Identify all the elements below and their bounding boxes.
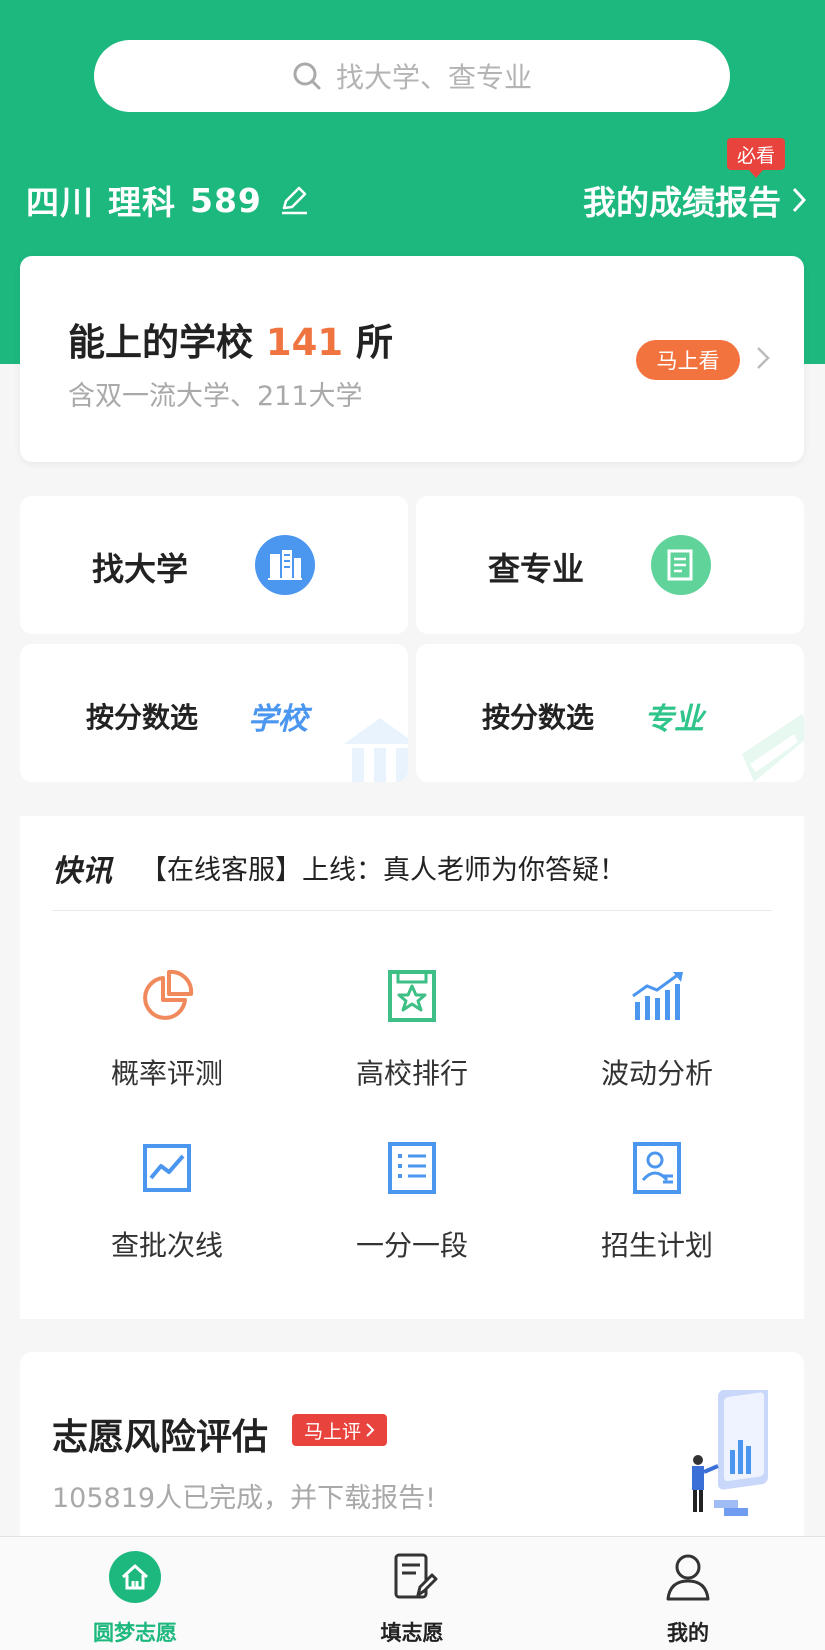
bottom-tab-bar: 圆梦志愿 填志愿 我的 (0, 1536, 825, 1650)
tool-fluctuation[interactable]: 波动分析 (537, 968, 777, 1108)
score-select-major-label: 按分数选 (482, 701, 595, 734)
eligible-schools-title: 能上的学校 141 所 (68, 312, 393, 366)
search-icon (293, 62, 321, 90)
book-icon (742, 714, 804, 782)
analytics-illustration-icon (692, 1390, 768, 1516)
tool-probability[interactable]: 概率评测 (47, 968, 287, 1108)
tool-label: 一分一段 (355, 1229, 468, 1262)
school-count: 141 (265, 321, 344, 364)
find-major-tile[interactable]: 查专业 (416, 496, 804, 634)
tab-label: 圆梦志愿 (93, 1621, 177, 1645)
list-document-icon (388, 1142, 436, 1194)
ranking-star-icon (388, 970, 436, 1022)
school-tag: 学校 (248, 702, 308, 737)
tool-batch-line[interactable]: 查批次线 (47, 1140, 287, 1280)
tab-fill-application[interactable]: 填志愿 (332, 1547, 492, 1647)
evaluate-now-badge[interactable]: 马上评 (292, 1414, 388, 1446)
person-card-icon (633, 1142, 681, 1194)
tab-label: 填志愿 (380, 1621, 444, 1645)
title-prefix: 能上的学校 (68, 321, 253, 364)
school-building-icon (344, 718, 408, 782)
tool-label: 招生计划 (600, 1229, 713, 1262)
find-university-label: 找大学 (92, 550, 189, 588)
risk-assessment-title: 志愿风险评估 (52, 1417, 269, 1458)
score-report-label: 我的成绩报告 (583, 183, 781, 222)
chevron-right-icon (366, 1423, 375, 1437)
chevron-right-icon (792, 187, 807, 213)
tool-ranking[interactable]: 高校排行 (292, 968, 532, 1108)
tool-enrollment-plan[interactable]: 招生计划 (537, 1140, 777, 1280)
find-major-label: 查专业 (488, 550, 585, 588)
edit-document-icon (394, 1553, 438, 1599)
eligible-schools-card[interactable]: 能上的学校 141 所 含双一流大学、211大学 马上看 (20, 256, 804, 462)
subject-label: 理科 (108, 183, 176, 222)
score-select-major-tile[interactable]: 按分数选 专业 (416, 644, 804, 782)
score-select-school-label: 按分数选 (86, 701, 199, 734)
major-tag: 专业 (644, 702, 704, 737)
tab-home[interactable]: 圆梦志愿 (55, 1547, 215, 1647)
title-suffix: 所 (356, 321, 394, 364)
tool-label: 概率评测 (110, 1057, 223, 1090)
tool-label: 高校排行 (355, 1057, 468, 1090)
user-icon (666, 1554, 710, 1601)
chevron-right-icon (757, 347, 770, 369)
edit-icon[interactable] (278, 184, 310, 216)
tab-label: 我的 (667, 1621, 709, 1645)
search-placeholder: 找大学、查专业 (335, 61, 532, 94)
tool-label: 波动分析 (600, 1057, 713, 1090)
search-bar[interactable]: 找大学、查专业 (94, 40, 730, 112)
evaluate-now-label: 马上评 (304, 1420, 362, 1443)
news-logo: 快讯 (52, 854, 112, 889)
eligible-schools-subtitle: 含双一流大学、211大学 (68, 381, 363, 412)
tab-profile[interactable]: 我的 (608, 1547, 768, 1647)
must-see-badge: 必看 (727, 138, 785, 178)
home-icon (109, 1551, 161, 1603)
tool-score-segment[interactable]: 一分一段 (292, 1140, 532, 1280)
find-university-tile[interactable]: 找大学 (20, 496, 408, 634)
divider (52, 910, 772, 911)
risk-assessment-subtitle: 105819人已完成，并下载报告! (52, 1483, 436, 1514)
line-chart-icon (143, 1144, 191, 1192)
pie-chart-icon (143, 969, 194, 1020)
score-select-school-tile[interactable]: 按分数选 学校 (20, 644, 408, 782)
tool-label: 查批次线 (110, 1229, 223, 1262)
score-report-link[interactable]: 我的成绩报告 (583, 176, 807, 224)
view-now-button[interactable]: 马上看 (636, 340, 740, 380)
score-label: 589 (190, 180, 262, 220)
bar-trend-icon (632, 972, 683, 1020)
buildings-icon (255, 535, 315, 595)
province-label: 四川 (26, 183, 94, 222)
document-icon (651, 535, 711, 595)
news-headline[interactable]: 【在线客服】上线：真人老师为你答疑！ (140, 848, 626, 887)
profile-info[interactable]: 四川 理科 589 (26, 176, 324, 224)
news-and-tools-card: 快讯 【在线客服】上线：真人老师为你答疑！ 概率评测 高校排行 波动分析 查批次… (20, 816, 804, 1319)
